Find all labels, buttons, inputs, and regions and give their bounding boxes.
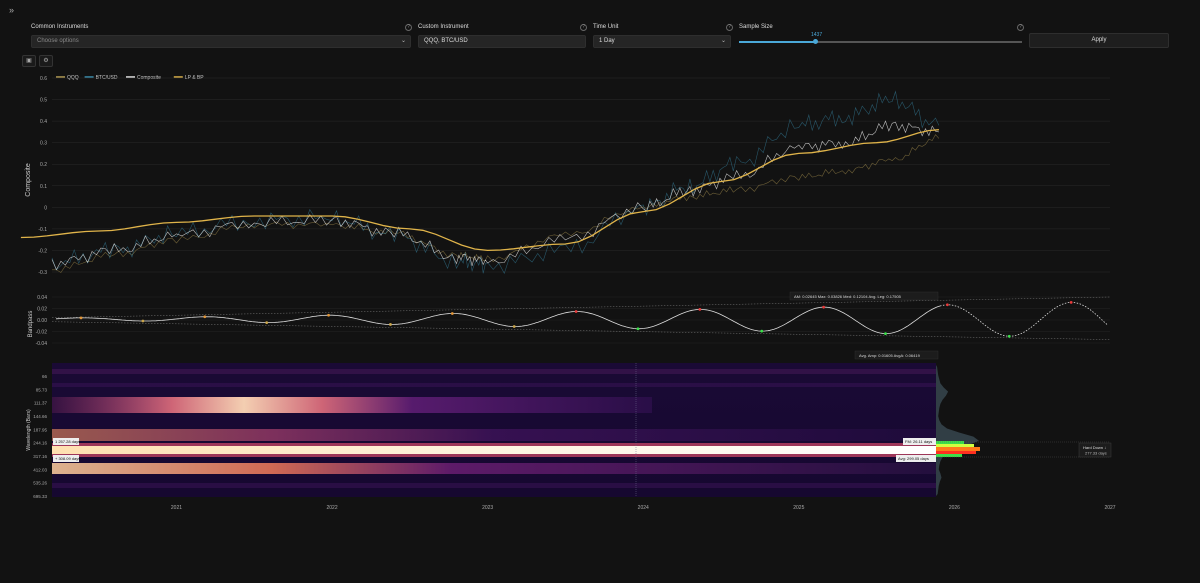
spectrum-bar: [936, 441, 964, 444]
spectrum-area: [936, 365, 979, 496]
heatmap-band-dominant: [52, 446, 936, 454]
trough-marker: [884, 332, 887, 336]
heatmap-y-ticks: 66 85.73 111.37 144.66 187.95 244.16 317.16 412…: [33, 374, 47, 499]
y-tick-label: 0.04: [37, 295, 47, 301]
x-tick-label: 2024: [638, 505, 649, 511]
y-tick-label: 0.2: [40, 162, 47, 168]
y-tick-label: 0: [44, 205, 47, 211]
y-tick-label: 244.16: [33, 441, 47, 446]
heatmap-y-axis-label: Wavelength (Bars): [26, 409, 32, 451]
x-tick-label: 2023: [482, 505, 493, 511]
chart-area: QQQ BTC/USD Composite LP & BP 0.60.50.40.30…: [20, 75, 1116, 511]
y-tick-label: -0.1: [38, 227, 47, 233]
series-line-qqq: [52, 134, 940, 273]
series-line-composite: [51, 120, 939, 271]
bandpass-grid: [51, 296, 1111, 344]
heatmap-band: [52, 383, 936, 387]
trough-marker: [512, 325, 516, 328]
peak-marker: [203, 315, 207, 319]
trough-marker: [141, 319, 145, 323]
peak-marker: [327, 313, 330, 317]
y-tick-label: 317.16: [33, 454, 47, 459]
bandpass-y-axis-label: Bandpass: [28, 311, 34, 338]
peak-marker: [822, 305, 826, 309]
heatmap-band: [52, 369, 936, 374]
bandpass-forecast-line: [939, 301, 1109, 337]
trough-marker: [1007, 334, 1011, 338]
peak-marker: [945, 303, 949, 307]
tag-label: + 308.09 days: [55, 456, 80, 461]
heatmap-band: [52, 463, 936, 474]
y-tick-label: 66: [42, 374, 48, 379]
heatmap-band: [52, 429, 936, 441]
stats-top-text: AM: 0.02645 Max: 0.03826 Med: 0.12104 Av…: [794, 294, 902, 299]
badge-value: 277.33 days: [1085, 451, 1107, 456]
y-tick-label: 535.26: [33, 481, 47, 486]
x-tick-label: 2026: [949, 505, 960, 511]
y-tick-label: 0.6: [40, 76, 47, 82]
trough-marker: [389, 323, 392, 326]
peak-marker: [1069, 300, 1073, 304]
main-chart-series: [20, 90, 940, 275]
y-tick-label: 85.73: [36, 387, 48, 392]
y-tick-label: 412.03: [33, 467, 47, 472]
y-tick-label: 0.4: [40, 119, 47, 125]
series-line-btcusd: [51, 90, 940, 275]
y-tick-label: -0.04: [36, 341, 48, 347]
tag-label: FM: 26.11 days: [905, 439, 932, 444]
y-tick-label: 0.02: [37, 307, 47, 313]
heatmap-band: [52, 397, 652, 413]
x-tick-label: 2025: [793, 505, 804, 511]
spectrum-bar: [936, 444, 974, 447]
trough-marker: [760, 329, 764, 333]
y-tick-label: -0.3: [38, 270, 47, 276]
spectrum-bar: [936, 451, 976, 454]
y-tick-label: -0.2: [38, 248, 47, 254]
y-tick-label: 187.95: [33, 427, 47, 432]
spectrum-bar: [936, 447, 980, 451]
x-tick-label: 2021: [171, 505, 182, 511]
main-chart-y-ticks: 0.6 0.5 0.4 0.3 0.2 0.1 0 -0.1 -0.2 -0.3: [38, 76, 47, 276]
peak-marker: [574, 310, 578, 313]
trough-marker: [265, 321, 269, 324]
y-tick-label: 144.66: [33, 414, 47, 419]
bandpass-stats: AM: 0.02645 Max: 0.03826 Med: 0.12104 Av…: [789, 291, 939, 360]
peak-marker: [698, 308, 702, 311]
x-tick-label: 2027: [1104, 505, 1115, 511]
peak-marker: [79, 316, 83, 320]
main-y-axis-label: Composite: [25, 163, 32, 197]
spectrum-histogram: [936, 365, 1110, 496]
tag-label: Avg: 299.05 days: [898, 456, 929, 461]
heatmap-x-ticks: 2021 2022 2023 2024 2025 2026 2027: [171, 505, 1116, 511]
y-tick-label: 0.00: [37, 318, 47, 324]
bandpass-series: [55, 300, 1109, 338]
main-chart-grid: [52, 77, 1110, 273]
y-tick-label: 0.3: [40, 141, 47, 147]
spectrum-bar: [936, 454, 962, 457]
upper-envelope: [51, 296, 1111, 318]
hard-down-badge: Hard Down ↓277.33 days: [1078, 442, 1112, 458]
peak-marker: [450, 312, 454, 315]
y-tick-label: 695.33: [33, 494, 47, 499]
trough-marker: [636, 327, 640, 331]
badge-title: Hard Down ↓: [1083, 445, 1106, 450]
y-tick-label: -0.02: [36, 330, 48, 336]
bandpass-y-ticks: 0.04 0.02 0.00 -0.02 -0.04: [36, 295, 48, 347]
y-tick-label: 0.1: [40, 184, 47, 190]
y-tick-label: 0.5: [40, 98, 47, 104]
y-tick-label: 111.37: [34, 401, 48, 406]
lower-envelope: [51, 321, 1111, 340]
heatmap-band: [52, 483, 936, 488]
x-tick-label: 2022: [326, 505, 337, 511]
stats-bottom-text: Avg. Amp: 0.01605 AvgA: 0.06419: [859, 353, 921, 358]
tag-label: 1 257.28 days: [55, 439, 80, 444]
